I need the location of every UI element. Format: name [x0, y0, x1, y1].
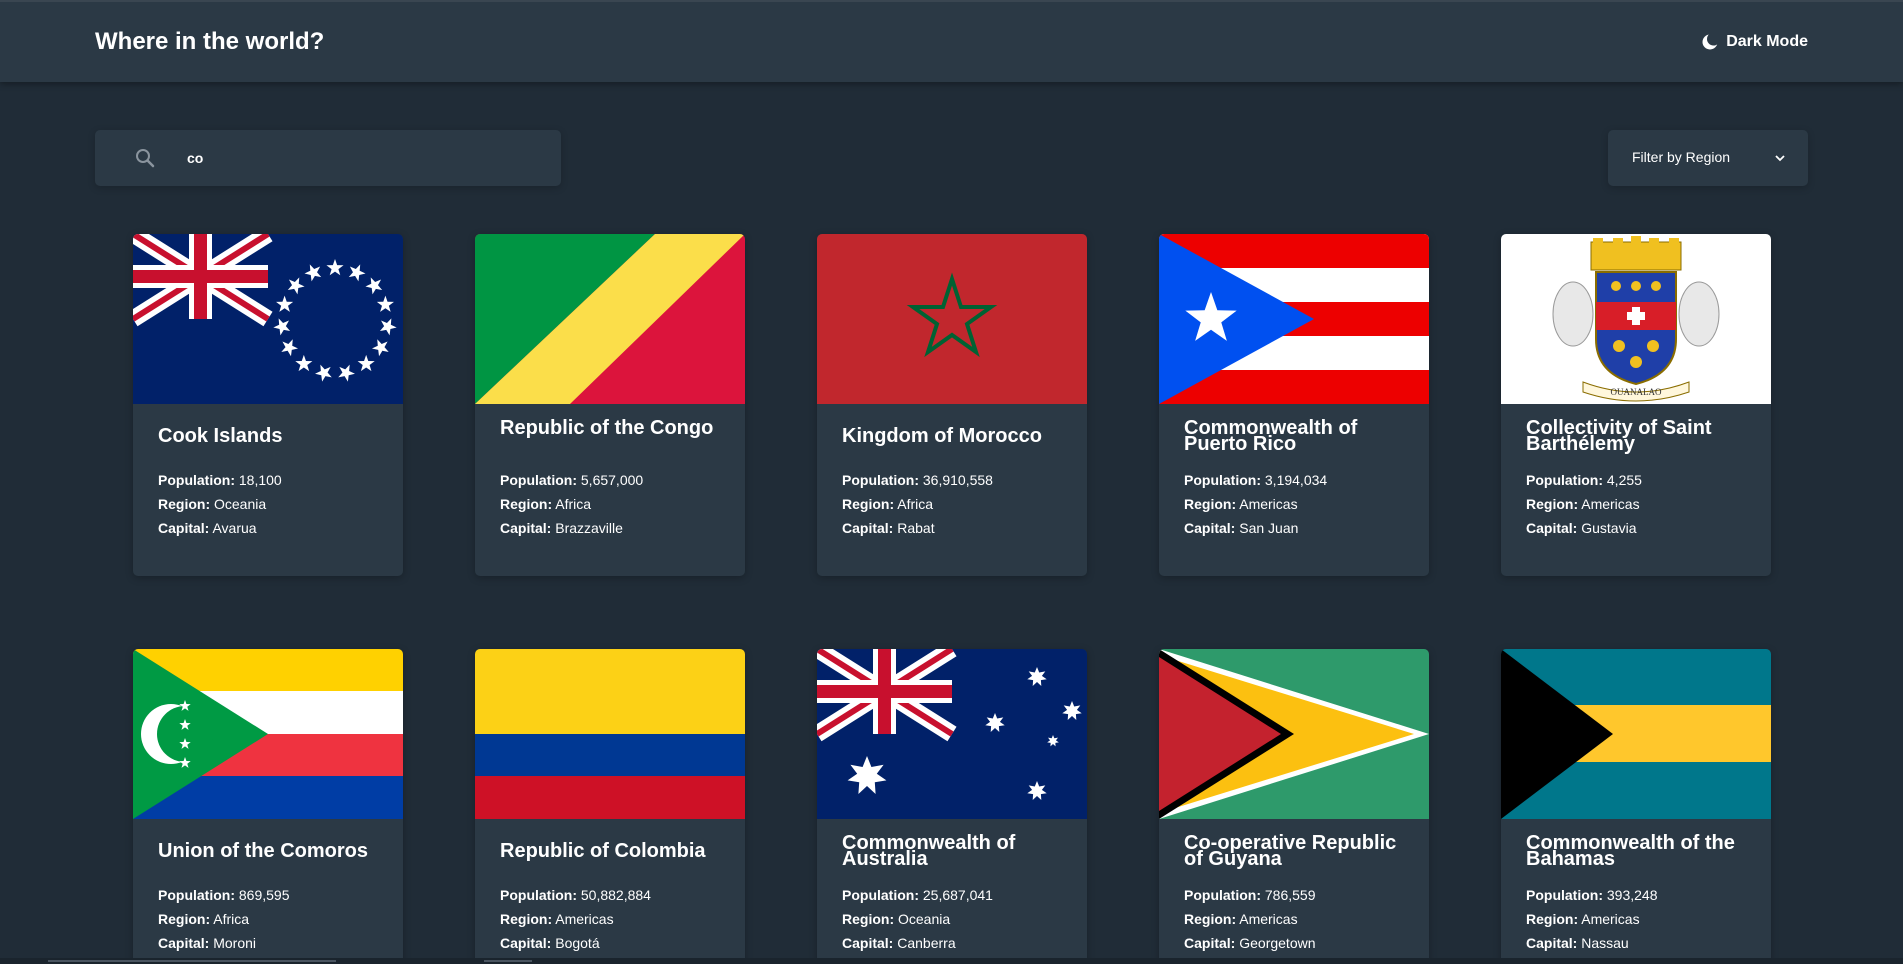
region-value: Africa — [213, 911, 250, 927]
country-name: Commonwealth of the Bahamas — [1526, 832, 1735, 870]
scrollbar-thumb[interactable] — [484, 960, 532, 962]
country-card[interactable]: Kingdom of Morocco Population: 36,910,55… — [817, 234, 1087, 576]
region-value: Americas — [1581, 496, 1640, 512]
capital-value: Gustavia — [1581, 520, 1637, 536]
country-name: Kingdom of Morocco — [842, 425, 1042, 447]
country-info: Population: 869,595 Region: Africa Capit… — [158, 887, 290, 951]
country-info: Population: 25,687,041 Region: Oceania C… — [842, 887, 993, 951]
dark-mode-toggle[interactable]: Dark Mode — [1702, 33, 1808, 51]
capital-value: Georgetown — [1239, 935, 1316, 951]
moon-icon — [1702, 34, 1719, 50]
capital-value: Brazzaville — [555, 520, 623, 536]
population-value: 50,882,884 — [580, 887, 651, 903]
country-card[interactable]: Republic of the Congo Population: 5,657,… — [475, 234, 745, 576]
country-info: Population: 50,882,884 Region: Americas … — [500, 887, 651, 951]
country-card[interactable]: Cook Islands Population: 18,100 Region: … — [133, 234, 403, 576]
capital-value: Canberra — [897, 935, 956, 951]
country-name: Commonwealth of Puerto Rico — [1184, 417, 1358, 455]
country-card[interactable]: Republic of Colombia Population: 50,882,… — [475, 649, 745, 964]
capital-value: Bogotá — [555, 935, 600, 951]
capital-value: Rabat — [897, 520, 935, 536]
population-value: 869,595 — [238, 887, 290, 903]
search-icon — [136, 149, 155, 168]
search-bar[interactable] — [95, 130, 561, 186]
population-value: 18,100 — [238, 472, 282, 488]
country-card[interactable]: Co-operative Republic of Guyana Populati… — [1159, 649, 1429, 964]
population-value: 4,255 — [1606, 472, 1642, 488]
region-value: Africa — [897, 496, 934, 512]
dark-mode-label: Dark Mode — [1726, 33, 1808, 50]
country-name: Republic of the Congo — [500, 417, 714, 439]
capital-value: San Juan — [1239, 520, 1299, 536]
congo-flag — [475, 234, 745, 404]
population-value: 25,687,041 — [922, 887, 993, 903]
region-value: Oceania — [898, 911, 951, 927]
country-info: Population: 786,559 Region: Americas Cap… — [1184, 887, 1316, 951]
population-value: 393,248 — [1606, 887, 1658, 903]
country-card[interactable]: OUANALAO Collectivity of Saint Barthélem… — [1501, 234, 1771, 576]
country-card[interactable]: Union of the Comoros Population: 869,595… — [133, 649, 403, 964]
morocco-flag — [817, 234, 1087, 404]
bahamas-flag — [1501, 649, 1771, 819]
scrollbar-thumb[interactable] — [48, 960, 336, 962]
capital-value: Avarua — [212, 520, 257, 536]
population-value: 786,559 — [1264, 887, 1316, 903]
filter-label: Filter by Region — [1632, 149, 1731, 165]
colombia-flag — [475, 649, 745, 819]
population-value: 36,910,558 — [922, 472, 993, 488]
region-value: Americas — [555, 911, 614, 927]
page-title: Where in the world? — [95, 28, 325, 55]
country-info: Population: 36,910,558 Region: Africa Ca… — [842, 472, 993, 536]
population-value: 3,194,034 — [1264, 472, 1328, 488]
country-info: Population: 5,657,000 Region: Africa Cap… — [500, 472, 644, 536]
country-card[interactable]: Commonwealth of Puerto Rico Population: … — [1159, 234, 1429, 576]
chevron-down-icon — [1775, 155, 1785, 162]
country-name: Republic of Colombia — [500, 840, 706, 862]
country-name: Cook Islands — [158, 425, 283, 447]
region-value: Africa — [555, 496, 592, 512]
australia-flag — [817, 649, 1087, 819]
country-info: Population: 3,194,034 Region: Americas C… — [1184, 472, 1328, 536]
cook-islands-flag — [133, 234, 403, 404]
region-value: Americas — [1581, 911, 1640, 927]
capital-value: Nassau — [1581, 935, 1629, 951]
svg-text:OUANALAO: OUANALAO — [1611, 387, 1662, 397]
country-info: Population: 4,255 Region: Americas Capit… — [1526, 472, 1642, 536]
country-card[interactable]: Commonwealth of the Bahamas Population: … — [1501, 649, 1771, 964]
capital-value: Moroni — [213, 935, 257, 951]
population-value: 5,657,000 — [580, 472, 644, 488]
region-value: Oceania — [214, 496, 267, 512]
header: Where in the world? Dark Mode — [0, 0, 1903, 82]
search-input[interactable] — [187, 144, 527, 172]
country-info: Population: 18,100 Region: Oceania Capit… — [158, 472, 282, 536]
country-name: Commonwealth of Australia — [842, 832, 1016, 870]
horizontal-scrollbar[interactable] — [0, 958, 1903, 964]
country-name: Collectivity of Saint Barthélemy — [1526, 417, 1712, 455]
country-card[interactable]: Commonwealth of Australia Population: 25… — [817, 649, 1087, 964]
region-filter-dropdown[interactable]: Filter by Region — [1608, 130, 1808, 186]
country-info: Population: 393,248 Region: Americas Cap… — [1526, 887, 1658, 951]
puerto-rico-flag — [1159, 234, 1429, 404]
region-value: Americas — [1239, 496, 1298, 512]
country-name: Union of the Comoros — [158, 840, 368, 862]
region-value: Americas — [1239, 911, 1298, 927]
saint-barthelemy-flag: OUANALAO — [1501, 234, 1771, 404]
guyana-flag — [1159, 649, 1429, 819]
country-name: Co-operative Republic of Guyana — [1184, 832, 1397, 870]
comoros-flag — [133, 649, 403, 819]
